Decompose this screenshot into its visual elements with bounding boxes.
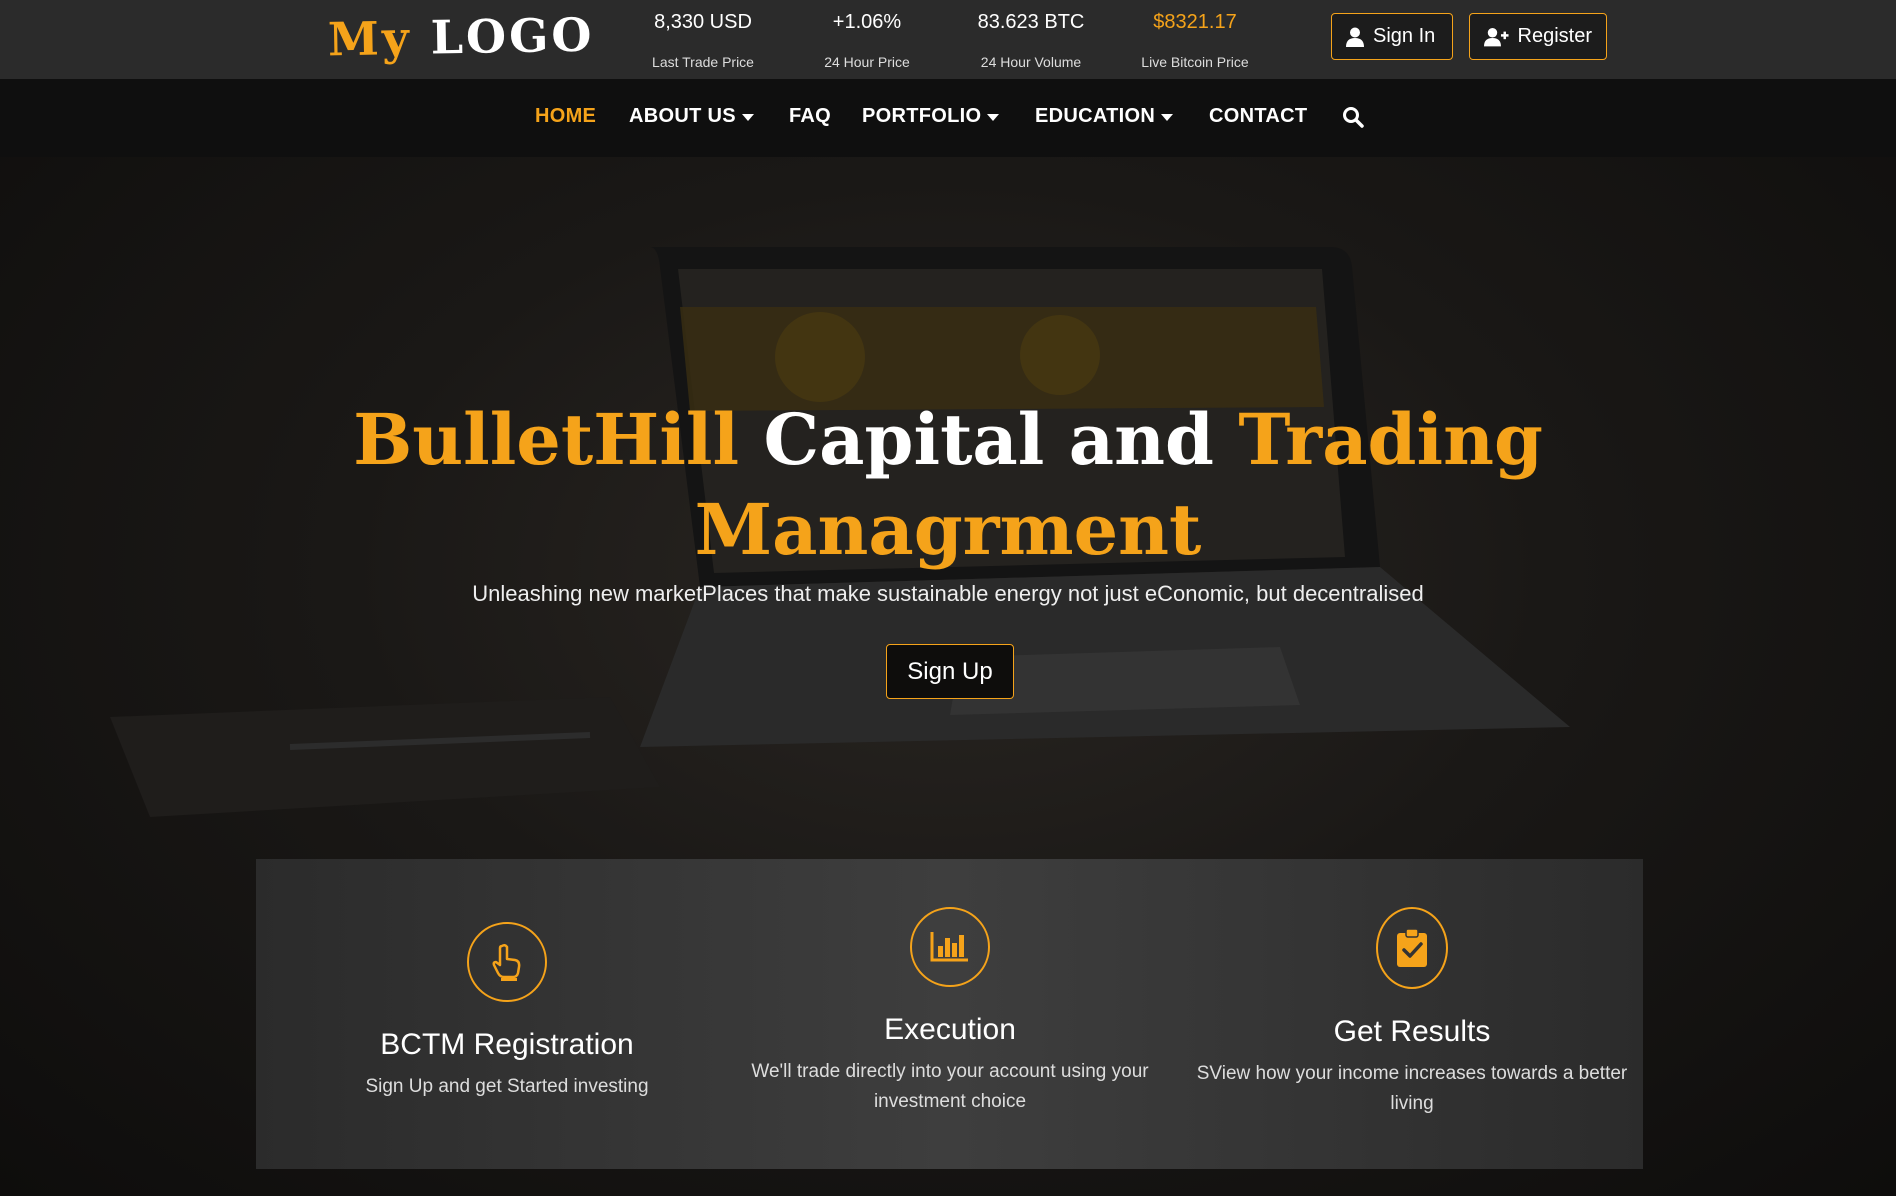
ticker-value: 8,330 USD — [654, 11, 752, 33]
feature-title: Get Results — [1333, 1015, 1491, 1048]
nav-contact[interactable]: CONTACT — [1209, 105, 1307, 128]
nav-faq-label: FAQ — [789, 105, 832, 127]
logo-part-2: LOGO — [430, 7, 595, 65]
hero-title-trading: Trading — [1238, 398, 1543, 481]
nav-home-label: HOME — [535, 105, 597, 127]
bar-chart-icon — [910, 907, 990, 987]
caret-down-icon — [987, 114, 1000, 121]
ticker-value: 83.623 BTC — [977, 11, 1085, 33]
feature-execution: Execution We'll trade directly into your… — [730, 907, 1170, 1117]
feature-description: SView how your income increases towards … — [1196, 1063, 1628, 1114]
hero-title-line-2: Managrment — [0, 485, 1896, 575]
ticker-24h-price: +1.06% 24 Hour Price — [782, 10, 952, 70]
register-label: Register — [1517, 25, 1592, 47]
register-button[interactable]: Register — [1469, 13, 1607, 60]
caret-down-icon — [1161, 114, 1174, 121]
user-plus-icon — [1484, 27, 1509, 46]
nav-portfolio[interactable]: PORTFOLIO — [862, 105, 1000, 128]
feature-results: Get Results SView how your income increa… — [1192, 907, 1632, 1119]
hero-sign-up-button[interactable]: Sign Up — [886, 644, 1014, 699]
ticker-label: Last Trade Price — [652, 54, 754, 70]
sign-in-label: Sign In — [1373, 25, 1436, 47]
pointer-hand-icon — [467, 922, 547, 1002]
ticker-label: Live Bitcoin Price — [1141, 54, 1249, 70]
logo-part-1: My — [327, 10, 413, 67]
hero-title-management: Managrment — [694, 488, 1202, 571]
ticker-live-bitcoin: $8321.17 Live Bitcoin Price — [1110, 10, 1280, 70]
hero-subtitle: Unleashing new marketPlaces that make su… — [472, 581, 1424, 606]
main-nav: HOME ABOUT US FAQ PORTFOLIO EDUCATION CO… — [0, 79, 1896, 157]
hero-title-line-1: BulletHill Capital and Trading — [0, 395, 1896, 485]
nav-contact-label: CONTACT — [1209, 105, 1308, 127]
nav-about-us[interactable]: ABOUT US — [629, 105, 754, 128]
ticker-24h-volume: 83.623 BTC 24 Hour Volume — [946, 10, 1116, 70]
sign-in-button[interactable]: Sign In — [1331, 13, 1453, 60]
hero-title-brand: BulletHill — [353, 398, 740, 481]
feature-description: Sign Up and get Started investing — [365, 1076, 649, 1097]
notepad-background-image — [110, 697, 660, 817]
feature-registration: BCTM Registration Sign Up and get Starte… — [287, 922, 727, 1102]
nav-portfolio-label: PORTFOLIO — [862, 105, 982, 127]
hero-title-middle: Capital and — [763, 398, 1214, 481]
nav-about-label: ABOUT US — [629, 105, 736, 127]
search-icon[interactable] — [1342, 106, 1364, 128]
site-logo[interactable]: My LOGO — [328, 8, 595, 67]
ticker-label: 24 Hour Price — [824, 54, 910, 70]
feature-title: Execution — [884, 1013, 1016, 1046]
ticker-value: $8321.17 — [1153, 11, 1237, 33]
nav-faq[interactable]: FAQ — [789, 105, 831, 128]
feature-description: We'll trade directly into your account u… — [751, 1061, 1149, 1112]
top-bar: My LOGO 8,330 USD Last Trade Price +1.06… — [0, 0, 1896, 79]
nav-home[interactable]: HOME — [535, 105, 596, 128]
nav-education-label: EDUCATION — [1035, 105, 1156, 127]
ticker-last-trade: 8,330 USD Last Trade Price — [618, 10, 788, 70]
nav-education[interactable]: EDUCATION — [1035, 105, 1174, 128]
caret-down-icon — [741, 114, 754, 121]
ticker-value: +1.06% — [832, 11, 902, 33]
features-panel: BCTM Registration Sign Up and get Starte… — [256, 859, 1643, 1169]
user-icon — [1346, 27, 1364, 47]
feature-title: BCTM Registration — [380, 1028, 634, 1061]
ticker-label: 24 Hour Volume — [980, 54, 1082, 70]
clipboard-check-icon — [1376, 907, 1448, 989]
